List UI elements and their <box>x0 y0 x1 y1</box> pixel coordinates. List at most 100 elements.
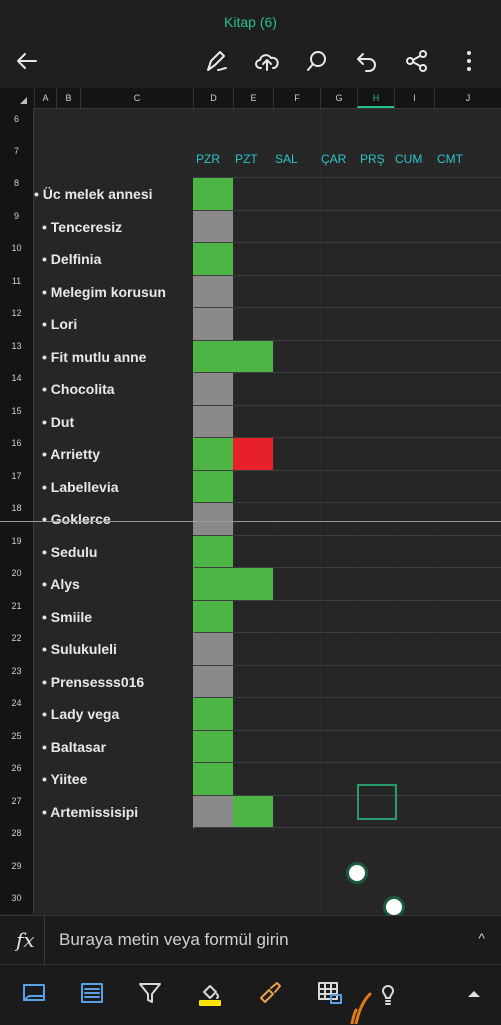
more-icon[interactable] <box>452 44 486 78</box>
row-header[interactable]: 10 <box>0 243 33 253</box>
column-header-e[interactable]: E <box>233 88 273 108</box>
row-header[interactable]: 23 <box>0 666 33 676</box>
table-format-icon[interactable] <box>76 977 108 1009</box>
player-name-cell[interactable]: • Baltasar <box>42 739 106 755</box>
formula-input[interactable]: Buraya metin veya formül girin <box>59 930 289 950</box>
row-header[interactable]: 28 <box>0 828 33 838</box>
row-header[interactable]: 15 <box>0 406 33 416</box>
back-arrow-icon[interactable] <box>10 44 44 78</box>
status-cell-green[interactable] <box>193 471 233 503</box>
player-name-cell[interactable]: • Sedulu <box>42 544 97 560</box>
row-header[interactable]: 9 <box>0 211 33 221</box>
row-header[interactable]: 8 <box>0 178 33 188</box>
selection-handle-start[interactable] <box>346 862 368 884</box>
status-cell-green[interactable] <box>193 178 233 210</box>
status-cell-green[interactable] <box>233 341 273 373</box>
spreadsheet-grid[interactable]: ABCDEFGHIJ 6 7 8 9 10 11 12 13 14 15 16 17 18 19 20 21 2… <box>0 88 501 914</box>
row-header[interactable]: 7 <box>0 146 33 156</box>
status-cell-gray[interactable] <box>193 308 233 340</box>
status-cell-gray[interactable] <box>193 503 233 535</box>
row-header[interactable]: 30 <box>0 893 33 903</box>
column-header-a[interactable]: A <box>34 88 56 108</box>
fill-color-icon[interactable] <box>194 977 226 1009</box>
status-cell-green[interactable] <box>233 796 273 828</box>
column-header-g[interactable]: G <box>320 88 357 108</box>
row-header[interactable]: 24 <box>0 698 33 708</box>
player-name-cell[interactable]: • Tenceresiz <box>42 219 122 235</box>
status-cell-gray[interactable] <box>193 633 233 665</box>
status-cell-green[interactable] <box>193 731 233 763</box>
format-painter-icon[interactable] <box>254 977 286 1009</box>
player-name-cell[interactable]: • Lori <box>42 316 77 332</box>
status-cell-gray[interactable] <box>193 276 233 308</box>
player-name-cell[interactable]: • Delfinia <box>42 251 101 267</box>
column-header-j[interactable]: J <box>434 88 501 108</box>
player-name-cell[interactable]: • Goklerce <box>42 511 111 527</box>
row-header[interactable]: 29 <box>0 861 33 871</box>
player-name-cell[interactable]: • Sulukuleli <box>42 641 117 657</box>
status-cell-gray[interactable] <box>193 666 233 698</box>
status-cell-gray[interactable] <box>193 373 233 405</box>
fx-icon[interactable]: fx <box>16 928 35 952</box>
player-name-cell[interactable]: • Alys <box>42 576 80 592</box>
row-header[interactable]: 14 <box>0 373 33 383</box>
row-header[interactable]: 26 <box>0 763 33 773</box>
row-header[interactable]: 16 <box>0 438 33 448</box>
column-header-b[interactable]: B <box>56 88 80 108</box>
status-cell-gray[interactable] <box>193 406 233 438</box>
row-header[interactable]: 13 <box>0 341 33 351</box>
column-header-f[interactable]: F <box>273 88 320 108</box>
cell-area[interactable]: PZR PZT SAL ÇAR PRŞ CUM CMT • Üc melek annesi • … <box>34 108 501 914</box>
row-header[interactable]: 6 <box>0 114 33 124</box>
status-cell-green[interactable] <box>193 763 233 795</box>
status-cell-green[interactable] <box>193 568 233 600</box>
status-cell-green[interactable] <box>193 536 233 568</box>
status-cell-red[interactable] <box>233 438 273 470</box>
player-name-cell[interactable]: • Chocolita <box>42 381 115 397</box>
search-icon[interactable] <box>300 44 334 78</box>
row-header[interactable]: 12 <box>0 308 33 318</box>
column-header-d[interactable]: D <box>193 88 233 108</box>
row-header[interactable]: 21 <box>0 601 33 611</box>
row-header[interactable]: 25 <box>0 731 33 741</box>
row-header[interactable]: 17 <box>0 471 33 481</box>
player-name-cell[interactable]: • Labellevia <box>42 479 119 495</box>
row-header[interactable]: 22 <box>0 633 33 643</box>
column-header-h[interactable]: H <box>357 88 394 108</box>
player-name-cell[interactable]: • Dut <box>42 414 74 430</box>
player-name-cell[interactable]: • Melegim korusun <box>42 284 166 300</box>
player-name-cell[interactable]: • Lady vega <box>42 706 119 722</box>
player-name-cell[interactable]: • Arrietty <box>42 446 100 462</box>
cloud-upload-icon[interactable] <box>250 44 284 78</box>
sheet-view-icon[interactable] <box>18 977 50 1009</box>
player-name-cell[interactable]: • Fit mutlu anne <box>42 349 146 365</box>
player-name-cell[interactable]: • Smiile <box>42 609 92 625</box>
draw-pen-icon[interactable] <box>200 44 234 78</box>
filter-icon[interactable] <box>134 977 166 1009</box>
row-header[interactable]: 11 <box>0 276 33 286</box>
status-cell-green[interactable] <box>233 568 273 600</box>
player-name-cell[interactable]: • Artemissisipi <box>42 804 138 820</box>
player-name-cell[interactable]: • Yiitee <box>42 771 87 787</box>
row-header[interactable]: 18 <box>0 503 33 513</box>
player-name-cell[interactable]: • Üc melek annesi <box>34 186 153 202</box>
status-cell-green[interactable] <box>193 698 233 730</box>
share-icon[interactable] <box>400 44 434 78</box>
formula-bar[interactable]: fx Buraya metin veya formül girin ^ <box>0 915 501 964</box>
chevron-up-icon[interactable]: ^ <box>478 930 485 946</box>
expand-up-icon[interactable] <box>458 977 490 1009</box>
column-header-i[interactable]: I <box>394 88 434 108</box>
status-cell-green[interactable] <box>193 341 233 373</box>
status-cell-gray[interactable] <box>193 796 233 828</box>
player-name-cell[interactable]: • Prensesss016 <box>42 674 144 690</box>
row-header[interactable]: 20 <box>0 568 33 578</box>
row-header[interactable]: 19 <box>0 536 33 546</box>
status-cell-gray[interactable] <box>193 211 233 243</box>
undo-icon[interactable] <box>350 44 384 78</box>
status-cell-green[interactable] <box>193 243 233 275</box>
column-header-c[interactable]: C <box>80 88 193 108</box>
status-cell-green[interactable] <box>193 438 233 470</box>
select-all-corner[interactable] <box>0 88 33 108</box>
status-cell-green[interactable] <box>193 601 233 633</box>
row-header[interactable]: 27 <box>0 796 33 806</box>
